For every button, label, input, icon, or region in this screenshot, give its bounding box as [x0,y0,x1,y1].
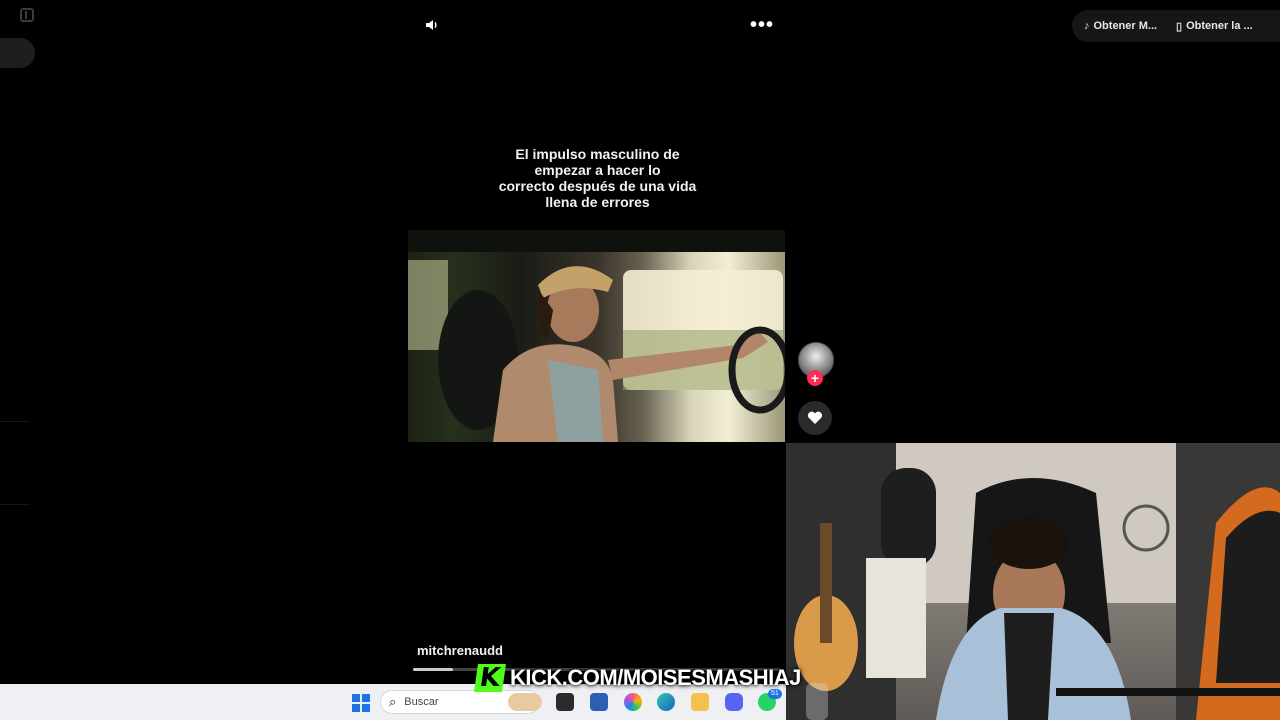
search-highlight-icon[interactable] [508,693,542,711]
caption-line: El impulso masculino de [515,146,680,162]
taskbar-search-label: Buscar [404,696,439,708]
get-app-label: Obtener la ... [1186,20,1253,32]
get-music-button[interactable]: ♪ Obtener M... [1084,10,1157,42]
top-actions-bar: ♪ Obtener M... ▯ Obtener la ... [1072,10,1280,42]
webcam-image [786,443,1280,720]
windows-start-icon[interactable] [352,694,370,712]
phone-icon: ▯ [1176,20,1183,33]
copilot-icon[interactable] [624,693,642,711]
sidebar-item[interactable] [0,38,35,68]
task-view-icon[interactable] [556,693,574,711]
video-player[interactable] [408,230,785,442]
search-icon: ⌕ [389,694,397,709]
stream-overlay: K KICK.COM/MOISESMASHIAJ [474,663,801,693]
heart-icon [807,411,823,424]
video-progress-fill [413,668,454,671]
kick-logo: K [474,663,506,693]
music-note-icon: ♪ [1084,20,1090,32]
edge-icon[interactable] [657,693,675,711]
caption-line: correcto después de una vida [498,178,697,194]
file-explorer-icon[interactable] [691,693,709,711]
follow-button[interactable]: + [807,370,823,386]
discord-icon[interactable] [725,693,743,711]
sidebar-toggle-icon[interactable] [20,8,34,22]
get-music-label: Obtener M... [1093,20,1158,32]
sidebar-divider [0,421,30,422]
more-options-icon[interactable]: ••• [750,15,773,35]
like-button[interactable] [798,401,832,435]
store-icon[interactable] [590,693,608,711]
volume-icon[interactable] [423,16,441,34]
get-app-button[interactable]: ▯ Obtener la ... [1176,10,1253,42]
video-author-username[interactable]: mitchrenaudd [417,643,503,658]
sidebar-divider [0,504,30,505]
video-frame-image [408,230,785,442]
caption-line: empezar a hacer lo [534,162,661,178]
video-caption: El impulso masculino de empezar a hacer … [470,146,725,210]
webcam-feed [786,443,1280,720]
kick-channel-url: KICK.COM/MOISESMASHIAJ [510,665,801,690]
caption-line: llena de errores [545,194,650,210]
